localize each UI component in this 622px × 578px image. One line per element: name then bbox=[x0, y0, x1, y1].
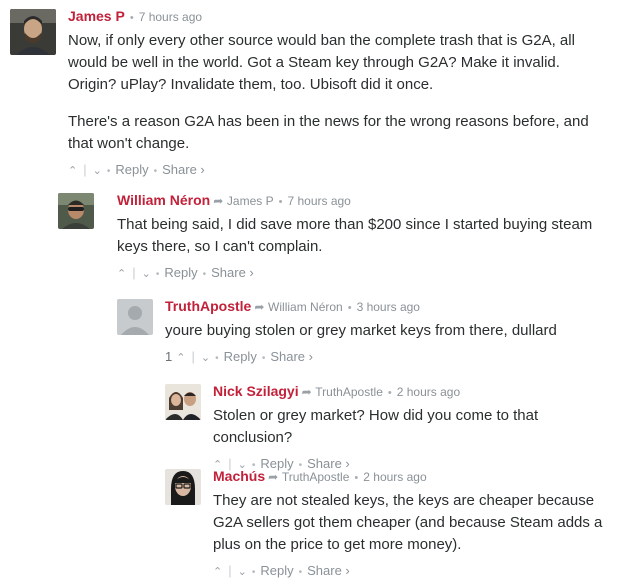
comment-footer: ⌃ | ⌄ • Reply • Share › bbox=[68, 162, 612, 177]
comment-header: Nick Szilagyi ➦ TruthApostle • 2 hours ago bbox=[213, 384, 618, 400]
avatar-image bbox=[58, 193, 94, 229]
comment-paragraph: That being said, I did save more than $2… bbox=[117, 216, 593, 255]
upvote-icon[interactable]: ⌃ bbox=[117, 268, 126, 280]
comment-paragraph: Stolen or grey market? How did you come … bbox=[213, 407, 539, 446]
author-name[interactable]: TruthApostle bbox=[165, 298, 251, 314]
comment-footer: 1 ⌃ | ⌄ • Reply • Share › bbox=[165, 349, 615, 364]
bullet-separator: • bbox=[202, 269, 207, 280]
upvote-icon[interactable]: ⌃ bbox=[68, 165, 77, 177]
avatar[interactable] bbox=[165, 469, 201, 505]
bullet-separator: • bbox=[129, 12, 134, 24]
bullet-separator: • bbox=[387, 387, 392, 399]
in-reply-to[interactable]: TruthApostle bbox=[315, 385, 383, 399]
bullet-separator: • bbox=[261, 353, 266, 364]
bullet-separator: • bbox=[155, 269, 160, 280]
comment-text: Now, if only every other source would ba… bbox=[68, 30, 612, 155]
timestamp[interactable]: 2 hours ago bbox=[397, 385, 460, 399]
downvote-icon[interactable]: ⌄ bbox=[142, 268, 151, 280]
bullet-separator: • bbox=[347, 302, 352, 314]
author-name[interactable]: Machús bbox=[213, 468, 265, 484]
avatar-image bbox=[165, 384, 201, 420]
reply-link[interactable]: Reply bbox=[164, 265, 197, 280]
avatar[interactable] bbox=[58, 193, 94, 229]
vote-divider: | bbox=[132, 265, 136, 280]
bullet-separator: • bbox=[278, 196, 283, 208]
share-link[interactable]: Share › bbox=[211, 265, 254, 280]
in-reply-to[interactable]: TruthApostle bbox=[282, 470, 350, 484]
bullet-separator: • bbox=[153, 166, 158, 177]
downvote-icon[interactable]: ⌄ bbox=[93, 165, 102, 177]
in-reply-to[interactable]: William Néron bbox=[268, 300, 343, 314]
comment-text: They are not stealed keys, the keys are … bbox=[213, 490, 618, 556]
vote-divider: | bbox=[83, 162, 87, 177]
upvote-icon[interactable]: ⌃ bbox=[176, 352, 185, 364]
avatar[interactable] bbox=[10, 9, 56, 55]
author-name[interactable]: William Néron bbox=[117, 192, 210, 208]
comment-body: William Néron ➦ James P • 7 hours ago That … bbox=[117, 193, 617, 280]
reply-arrow-icon: ➦ bbox=[213, 194, 224, 208]
share-link[interactable]: Share › bbox=[162, 162, 205, 177]
reply-link[interactable]: Reply bbox=[224, 349, 257, 364]
comment-body: TruthApostle ➦ William Néron • 3 hours ago … bbox=[165, 299, 615, 364]
avatar[interactable] bbox=[117, 299, 153, 335]
downvote-icon[interactable]: ⌄ bbox=[201, 352, 210, 364]
comment-body: Nick Szilagyi ➦ TruthApostle • 2 hours ago … bbox=[213, 384, 618, 471]
bullet-separator: • bbox=[298, 567, 303, 578]
timestamp[interactable]: 3 hours ago bbox=[357, 300, 420, 314]
bullet-separator: • bbox=[251, 567, 256, 578]
timestamp[interactable]: 2 hours ago bbox=[363, 470, 426, 484]
comment-paragraph: youre buying stolen or grey market keys … bbox=[165, 322, 557, 339]
author-name[interactable]: James P bbox=[68, 8, 125, 24]
comment-text: That being said, I did save more than $2… bbox=[117, 214, 617, 258]
vote-divider: | bbox=[191, 349, 195, 364]
reply-arrow-icon: ➦ bbox=[301, 385, 312, 399]
comment-header: James P • 7 hours ago bbox=[68, 9, 612, 25]
avatar-image bbox=[165, 469, 201, 505]
comment-paragraph: Now, if only every other source would ba… bbox=[68, 32, 575, 93]
downvote-icon[interactable]: ⌄ bbox=[238, 566, 247, 578]
avatar-image bbox=[10, 9, 56, 55]
author-name[interactable]: Nick Szilagyi bbox=[213, 383, 299, 399]
comment-text: Stolen or grey market? How did you come … bbox=[213, 405, 618, 449]
reply-arrow-icon: ➦ bbox=[254, 300, 265, 314]
comment-header: Machús ➦ TruthApostle • 2 hours ago bbox=[213, 469, 618, 485]
share-link[interactable]: Share › bbox=[270, 349, 313, 364]
comment-text: youre buying stolen or grey market keys … bbox=[165, 320, 615, 342]
upvote-icon[interactable]: ⌃ bbox=[213, 566, 222, 578]
reply-link[interactable]: Reply bbox=[115, 162, 148, 177]
in-reply-to[interactable]: James P bbox=[227, 194, 274, 208]
bullet-separator: • bbox=[106, 166, 111, 177]
timestamp[interactable]: 7 hours ago bbox=[287, 194, 350, 208]
comment-footer: ⌃ | ⌄ • Reply • Share › bbox=[117, 265, 617, 280]
comment-body: James P • 7 hours ago Now, if only every o… bbox=[68, 9, 612, 177]
comment-paragraph: There's a reason G2A has been in the new… bbox=[68, 113, 589, 152]
bullet-separator: • bbox=[215, 353, 219, 364]
avatar[interactable] bbox=[165, 384, 201, 420]
comment-body: Machús ➦ TruthApostle • 2 hours ago They ar… bbox=[213, 469, 618, 578]
timestamp[interactable]: 7 hours ago bbox=[139, 10, 202, 24]
upvote-count: 1 bbox=[165, 349, 173, 364]
reply-arrow-icon: ➦ bbox=[268, 470, 279, 484]
bullet-separator: • bbox=[354, 472, 359, 484]
comment-paragraph: They are not stealed keys, the keys are … bbox=[213, 492, 603, 553]
comment-header: William Néron ➦ James P • 7 hours ago bbox=[117, 193, 617, 209]
default-avatar-icon bbox=[117, 299, 153, 335]
comment-header: TruthApostle ➦ William Néron • 3 hours ago bbox=[165, 299, 615, 315]
